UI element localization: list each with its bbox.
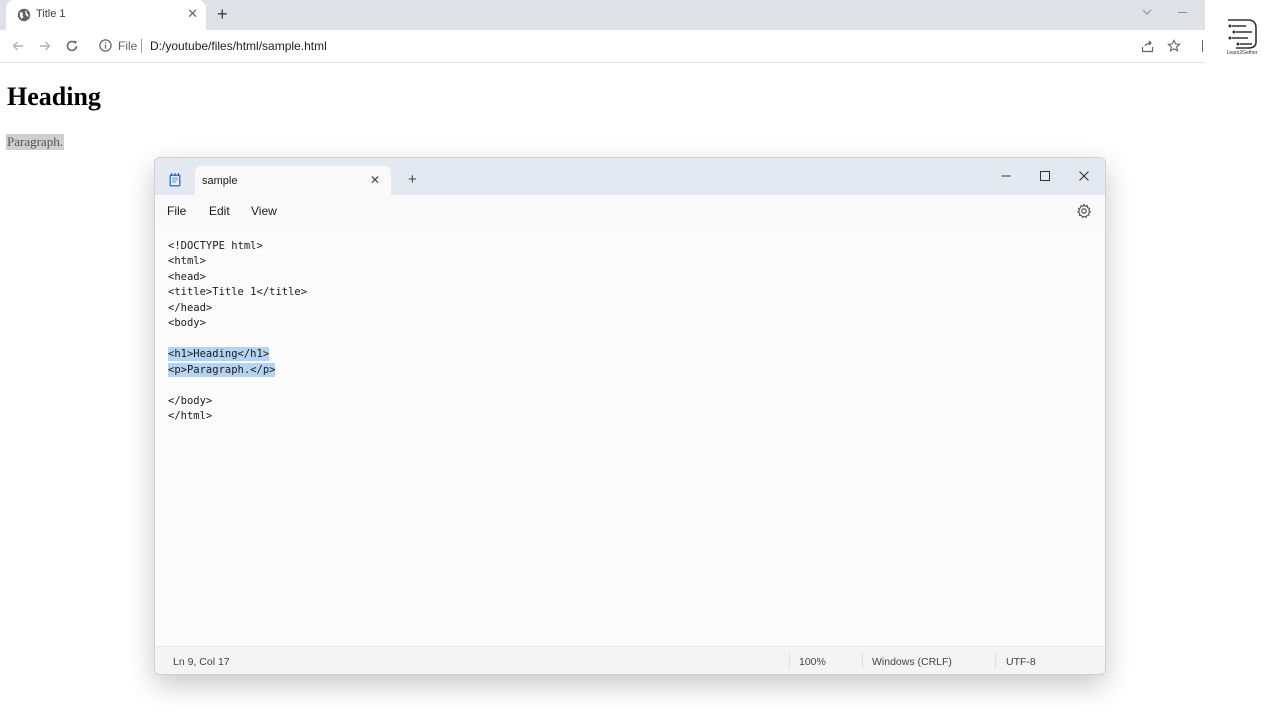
code-line: </head>: [168, 302, 213, 314]
minimize-icon[interactable]: [1178, 12, 1187, 13]
notepad-new-tab-button[interactable]: +: [408, 172, 417, 188]
code-line: </html>: [168, 410, 213, 422]
url-separator: [141, 39, 142, 53]
menu-file[interactable]: File: [167, 204, 186, 218]
browser-tab[interactable]: Title 1 ✕: [6, 0, 206, 30]
notepad-text-area[interactable]: <!DOCTYPE html> <html> <head> <title>Tit…: [155, 227, 1105, 646]
reload-icon[interactable]: [65, 39, 79, 53]
browser-toolbar: File D:/youtube/files/html/sample.html: [0, 30, 1205, 63]
globe-icon: [17, 8, 31, 22]
code-line: <!DOCTYPE html>: [168, 240, 263, 252]
notepad-titlebar[interactable]: sample ✕ +: [155, 158, 1105, 195]
code-line: </body>: [168, 395, 213, 407]
close-icon[interactable]: ✕: [370, 174, 380, 186]
code-line: <html>: [168, 255, 206, 267]
menu-edit[interactable]: Edit: [209, 204, 230, 218]
notepad-tab[interactable]: sample ✕: [195, 166, 391, 195]
address-bar[interactable]: File D:/youtube/files/html/sample.html: [92, 34, 1192, 58]
back-arrow-icon[interactable]: [11, 39, 25, 53]
code-line-selected: <h1>Heading</h1>: [168, 347, 270, 361]
line-ending: Windows (CRLF): [872, 656, 952, 668]
status-separator: [862, 653, 863, 669]
encoding: UTF-8: [1006, 656, 1036, 668]
cursor-position: Ln 9, Col 17: [173, 656, 230, 668]
toolbar-divider: [1202, 40, 1203, 52]
minimize-icon[interactable]: [998, 168, 1014, 184]
new-tab-button[interactable]: +: [217, 4, 228, 24]
browser-tabstrip: Title 1 ✕ +: [0, 0, 1205, 30]
notepad-window: sample ✕ + File Edit View <!DOCTYPE html…: [154, 157, 1106, 675]
notepad-tab-title: sample: [202, 175, 238, 187]
forward-arrow-icon[interactable]: [38, 39, 52, 53]
maximize-icon[interactable]: [1037, 168, 1053, 184]
status-separator: [995, 653, 996, 669]
zoom-level: 100%: [799, 656, 826, 668]
info-icon[interactable]: [99, 39, 112, 52]
bookmark-star-icon[interactable]: [1167, 39, 1181, 53]
notepad-status-bar: Ln 9, Col 17 100% Windows (CRLF) UTF-8: [155, 646, 1105, 674]
notepad-app-icon: [169, 173, 181, 187]
logo-text: Learn2Gether: [1226, 50, 1258, 56]
notepad-menubar: File Edit View: [155, 195, 1105, 227]
url-scheme-label: File: [118, 39, 138, 53]
page-heading: Heading: [7, 82, 101, 111]
code-line: <head>: [168, 271, 206, 283]
menu-view[interactable]: View: [251, 204, 277, 218]
gear-icon[interactable]: [1076, 203, 1092, 219]
url-text[interactable]: D:/youtube/files/html/sample.html: [150, 39, 327, 53]
share-icon[interactable]: [1141, 40, 1154, 53]
page-paragraph: Paragraph.: [6, 134, 64, 150]
chevron-down-icon[interactable]: [1141, 6, 1153, 18]
browser-tab-title: Title 1: [36, 8, 66, 20]
code-line: <title>Title 1</title>: [168, 286, 308, 298]
close-tab-icon[interactable]: ✕: [187, 7, 198, 21]
close-window-icon[interactable]: [1076, 168, 1092, 184]
status-separator: [789, 653, 790, 669]
code-line: <body>: [168, 317, 206, 329]
code-line-selected: <p>Paragraph.</p>: [168, 363, 276, 377]
